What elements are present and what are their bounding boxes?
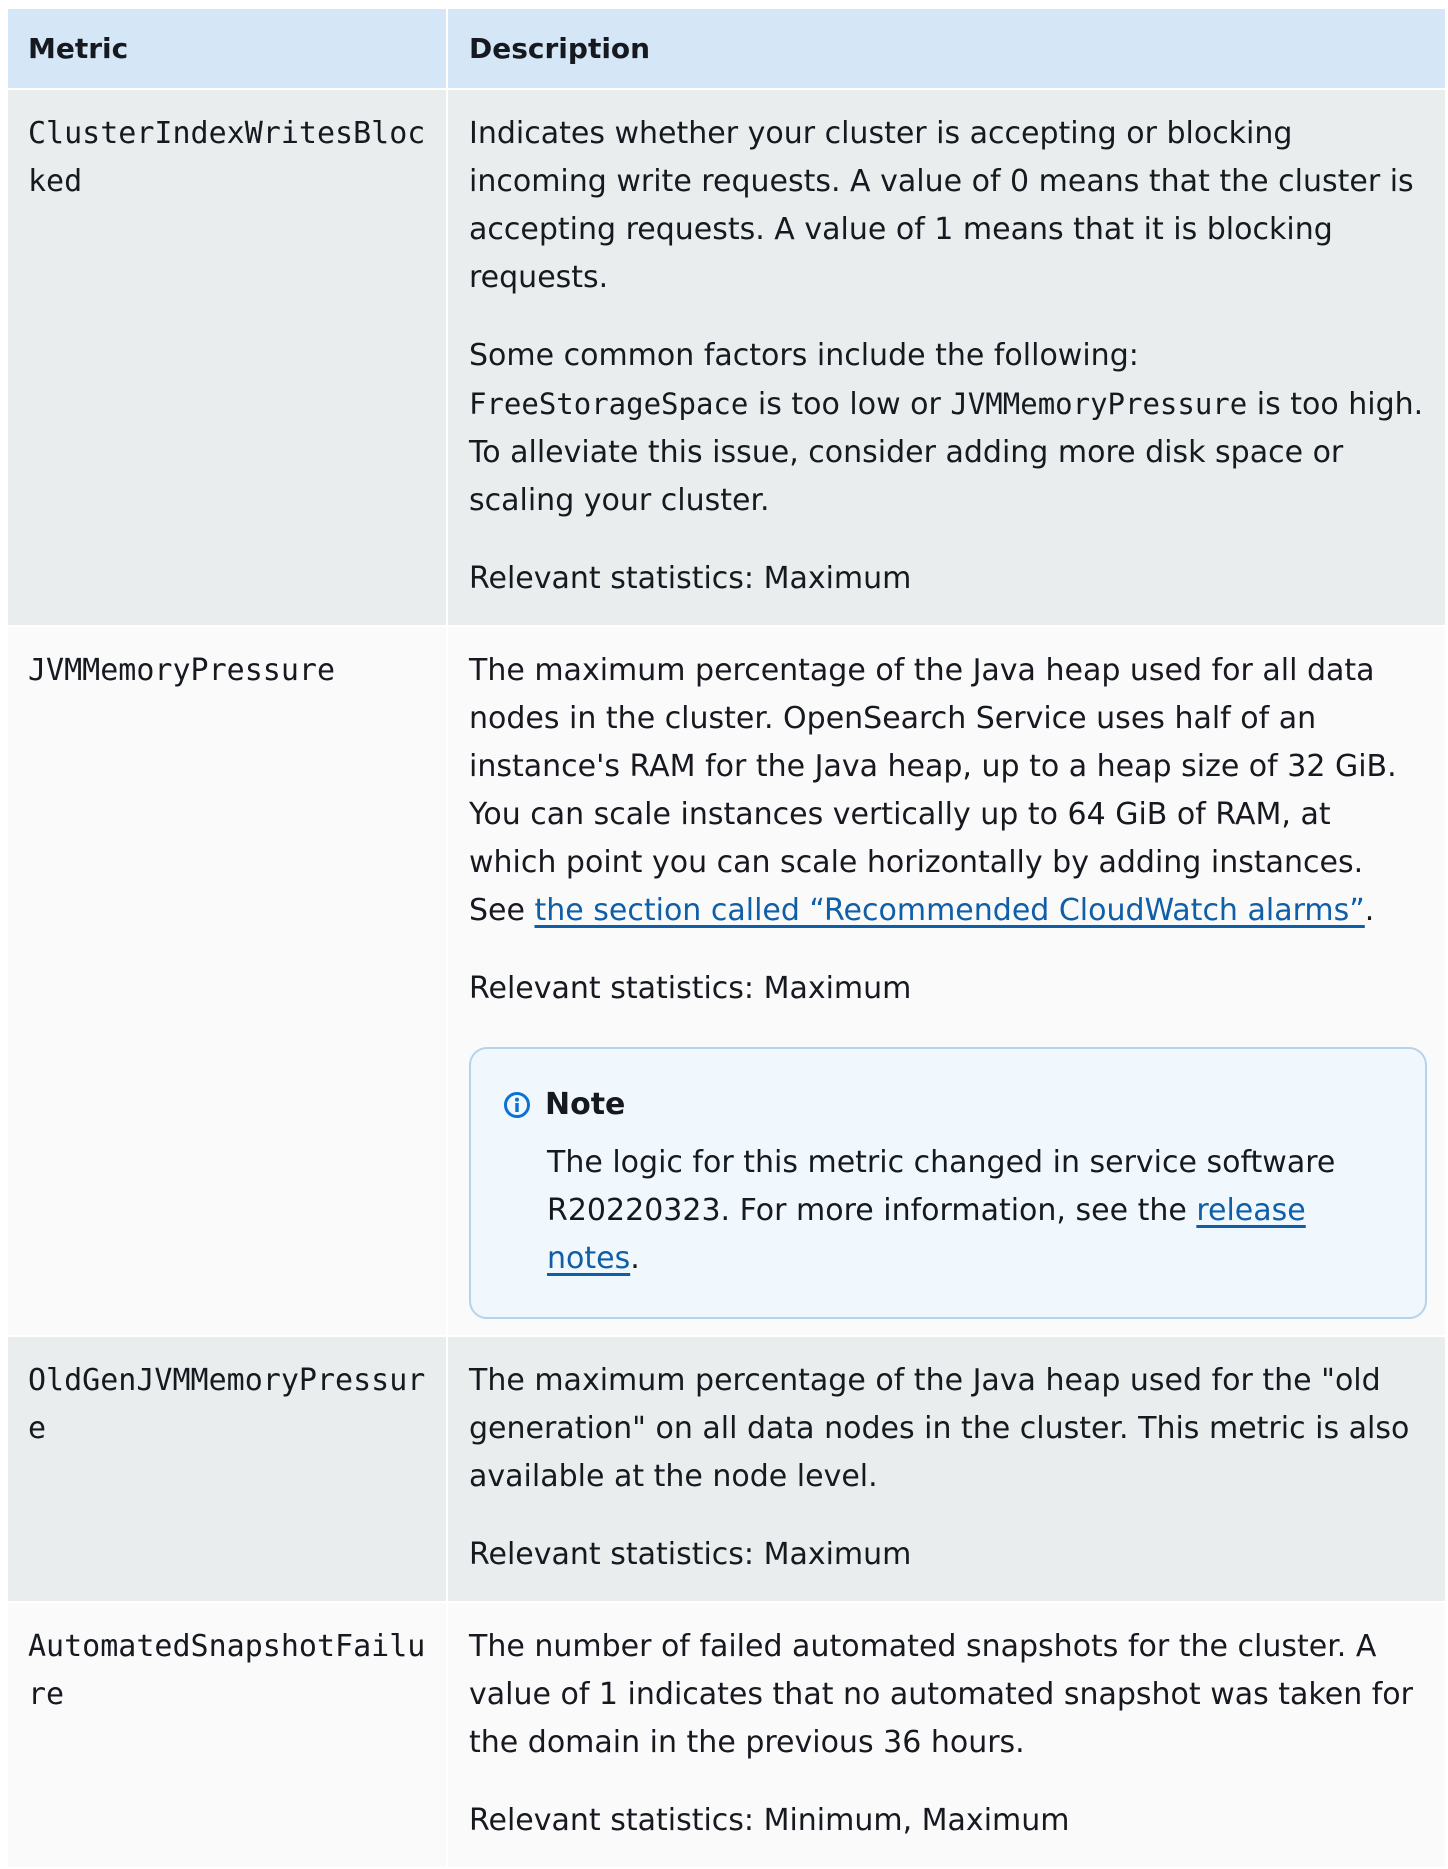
metric-name: AutomatedSnapshotFailure [8, 1603, 448, 1867]
text-span: Some common factors include the followin… [469, 338, 1139, 373]
metrics-table: Metric Description ClusterIndexWritesBlo… [8, 9, 1445, 1869]
inline-code: JVMMemoryPressure [950, 387, 1248, 421]
description-paragraph: Some common factors include the followin… [469, 332, 1427, 525]
info-icon [504, 1092, 530, 1118]
description-paragraph: Indicates whether your cluster is accept… [469, 116, 1414, 295]
note-title: Note [545, 1087, 626, 1122]
description-paragraph: The number of failed automated snapshots… [469, 1629, 1413, 1760]
table-row: JVMMemoryPressure The maximum percentage… [8, 627, 1445, 1337]
column-header-metric: Metric [8, 9, 448, 88]
note-callout: Note The logic for this metric changed i… [469, 1047, 1427, 1319]
text-span: is too low or [748, 387, 951, 422]
metric-description: The maximum percentage of the Java heap … [448, 1337, 1445, 1601]
table-row: OldGenJVMMemoryPressure The maximum perc… [8, 1337, 1445, 1603]
relevant-statistics: Relevant statistics: Maximum [469, 971, 912, 1006]
recommended-alarms-link[interactable]: the section called “Recommended CloudWat… [535, 893, 1365, 928]
relevant-statistics: Relevant statistics: Maximum [469, 561, 912, 596]
description-paragraph: The maximum percentage of the Java heap … [469, 1363, 1410, 1494]
metric-description: Indicates whether your cluster is accept… [448, 90, 1445, 625]
metric-name: ClusterIndexWritesBlocked [8, 90, 448, 625]
column-header-description: Description [469, 32, 651, 65]
metric-name: OldGenJVMMemoryPressure [8, 1337, 448, 1601]
note-header: Note [503, 1085, 1385, 1125]
table-header-row: Metric Description [8, 9, 1445, 90]
description-paragraph: The maximum percentage of the Java heap … [469, 647, 1427, 935]
inline-code: FreeStorageSpace [469, 387, 749, 421]
metric-description: The number of failed automated snapshots… [448, 1603, 1445, 1867]
note-body: The logic for this metric changed in ser… [547, 1139, 1385, 1283]
text-span: . [1364, 893, 1375, 928]
text-span: . [630, 1241, 640, 1276]
relevant-statistics: Relevant statistics: Minimum, Maximum [469, 1803, 1070, 1838]
table-row: AutomatedSnapshotFailure The number of f… [8, 1603, 1445, 1869]
table-row: ClusterIndexWritesBlocked Indicates whet… [8, 90, 1445, 627]
text-span: The maximum percentage of the Java heap … [469, 653, 1397, 928]
relevant-statistics: Relevant statistics: Maximum [469, 1537, 912, 1572]
metric-name: JVMMemoryPressure [8, 627, 448, 1335]
metric-description: The maximum percentage of the Java heap … [448, 627, 1445, 1335]
